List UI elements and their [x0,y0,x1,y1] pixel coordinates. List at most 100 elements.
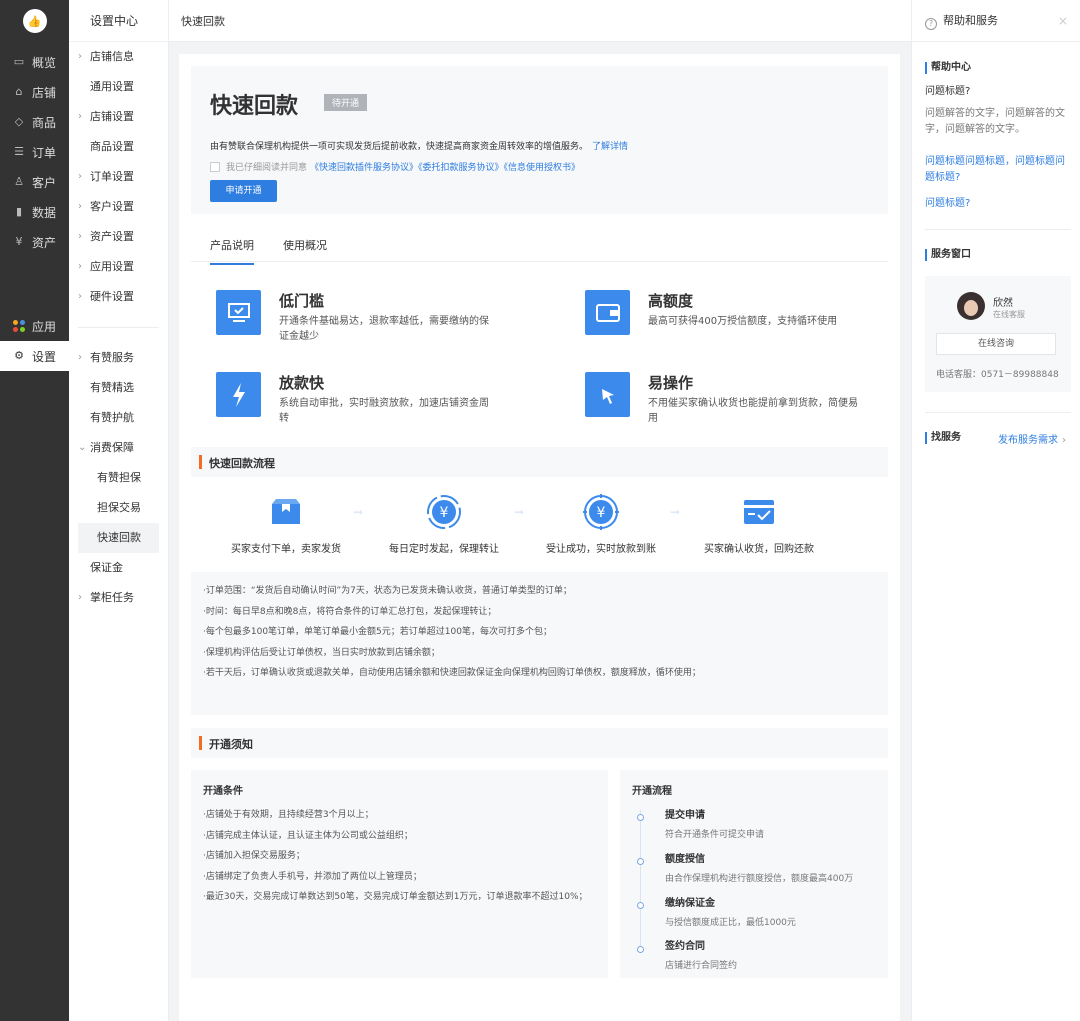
monitor-icon [216,290,261,335]
step-label: 受让成功，实时放款到账 [546,544,656,555]
nav-label: 数据 [32,205,57,220]
nav-item-3[interactable]: ☰ 订单 [0,137,69,167]
settings-nav-item[interactable]: ⌄ 消费保障 [69,433,168,463]
agent-role: 在线客服 [993,310,1025,319]
service-hero: 快速回款 待开通 由有赞联合保理机构提供一项可实现发货后提前收款，快速提高商家资… [191,66,888,214]
settings-nav-item[interactable]: › 客户设置 [69,192,168,222]
apps-dot [13,327,18,332]
status-badge: 待开通 [324,94,368,111]
settings-nav-item[interactable]: 商品设置 [69,132,168,162]
nav-item-0[interactable]: ▭ 概览 [0,47,69,77]
agree-checkbox[interactable] [210,161,220,172]
apps-dot [20,327,25,332]
nav-label: 资产设置 [90,230,134,243]
settings-nav-item[interactable]: › 掌柜任务 [69,583,168,613]
settings-nav-item[interactable]: › 店铺信息 [69,42,168,72]
svg-text:¥: ¥ [440,505,449,521]
main-content: 快速回款 待开通 由有赞联合保理机构提供一项可实现发货后提前收款，快速提高商家资… [179,54,900,1021]
process-step: 提交申请 符合开通条件可提交申请 [665,806,764,840]
flow-rules: ·订单范围：“发货后自动确认时间”为7天，状态为已发货未确认收货，普通订单类型的… [191,572,888,715]
apply-button[interactable]: 申请开通 [210,180,277,202]
store-icon: ⌂ [15,85,23,98]
settings-nav-item[interactable]: › 有赞服务 [69,343,168,373]
faq-question[interactable]: 问题标题? [925,84,1071,100]
feature-title: 易操作 [648,374,694,392]
topbar: 快速回款 [169,0,911,42]
help-panel: ? 帮助和服务 × 帮助中心 问题标题? 问题解答的文字，问题解答的文字，问题解答… [911,0,1080,1021]
settings-nav-item[interactable]: 有赞担保 [69,463,168,493]
agreement-links[interactable]: 《快速回款插件服务协议》《委托扣款服务协议》《信息使用授权书》 [310,160,580,173]
feature-title: 高额度 [648,292,694,310]
lightning-icon [216,372,261,417]
feature-title: 放款快 [279,374,325,392]
settings-nav-item[interactable]: 担保交易 [69,493,168,523]
faq-link[interactable]: 问题标题? [925,196,1071,212]
settings-nav-item[interactable]: › 订单设置 [69,162,168,192]
feature-desc: 开通条件基础易达，退款率越低，需要缴纳的保证金越少 [279,316,489,342]
nav-label: 概览 [32,55,57,70]
chevron-down-icon: ⌄ [78,442,87,453]
condition-line: ·店铺处于有效期，且持续经营3个月以上； [203,810,374,820]
nav-item-apps[interactable]: 应用 [0,311,69,341]
process-step-desc: 与授信额度成正比，最低1000元 [665,918,796,928]
nav-item-6[interactable]: ¥ 资产 [0,227,69,257]
settings-nav-item[interactable]: › 资产设置 [69,222,168,252]
nav-label: 订单设置 [90,170,134,183]
chevron-right-icon: › [78,291,82,302]
shop-logo-icon[interactable]: 👍 [22,9,47,33]
agree-text: 我已仔细阅读并同意 [226,163,308,173]
nav-label: 有赞服务 [90,351,134,364]
nav-item-settings[interactable]: ⚙ 设置 [0,341,69,371]
card-check-icon [741,494,777,530]
chevron-right-icon: › [78,352,82,363]
nav-label: 商品 [32,115,57,130]
primary-sidebar: 👍 ▭ 概览 ⌂ 店铺 ◇ 商品 ☰ 订单 ♙ 客户 ▮ 数据 ¥ 资产 应用 ⚙ 设置 [0,0,69,1021]
nav-label: 资产 [32,235,57,250]
nav-item-2[interactable]: ◇ 商品 [0,107,69,137]
question-circle-icon: ? [925,18,937,30]
chevron-right-icon: › [78,201,82,212]
process-step-desc: 符合开通条件可提交申请 [665,830,765,840]
timeline-line [640,810,641,953]
process-step-desc: 店铺进行合同签约 [665,961,738,971]
tab-product-info[interactable]: 产品说明 [210,237,254,265]
nav-item-4[interactable]: ♙ 客户 [0,167,69,197]
conditions-panel: 开通条件 ·店铺处于有效期，且持续经营3个月以上； ·店铺完成主体认证，且认证主… [191,770,608,978]
yen-target-icon: ¥ [583,494,619,530]
nav-item-1[interactable]: ⌂ 店铺 [0,77,69,107]
box-icon [268,494,304,530]
settings-nav-item[interactable]: 通用设置 [69,72,168,102]
online-consult-button[interactable]: 在线咨询 [936,333,1056,355]
process-step: 缴纳保证金 与授信额度成正比，最低1000元 [665,894,796,928]
rule-line: ·时间：每日早8点和晚8点，将符合条件的订单汇总打包，发起保理转让； [203,606,497,617]
settings-nav-item[interactable]: 有赞精选 [69,373,168,403]
wallet-icon [585,290,630,335]
link-text: 发布服务需求 [998,435,1058,446]
close-icon[interactable]: × [1058,0,1068,42]
process-step-title: 额度授信 [665,854,705,865]
nav-item-5[interactable]: ▮ 数据 [0,197,69,227]
chevron-right-icon: › [78,231,82,242]
settings-nav-item[interactable]: 保证金 [69,553,168,583]
yen-icon: ¥ [15,235,23,248]
nav-label: 有赞担保 [97,471,141,484]
accent-bar [199,455,202,469]
divider [925,229,1071,230]
section-title: 快速回款流程 [209,457,275,470]
timeline-dot [637,946,644,953]
settings-nav-item[interactable]: › 应用设置 [69,252,168,282]
condition-line: ·店铺绑定了负责人手机号，并添加了两位以上管理员； [203,871,422,882]
cursor-click-icon [585,372,630,417]
faq-link[interactable]: 问题标题问题标题，问题标题问题标题? [925,154,1071,186]
feature-fast-loan: 放款快 系统自动审批，实时融资放款，加速店铺资金周转 [216,372,516,432]
settings-nav-item[interactable]: 快速回款 [78,523,159,553]
settings-nav-item[interactable]: › 硬件设置 [69,282,168,312]
post-service-request-link[interactable]: 发布服务需求 › [998,431,1066,446]
feature-desc: 最高可获得400万授信额度，支持循环使用 [648,316,838,327]
feature-easy-operation: 易操作 不用催买家确认收货也能提前拿到货款，简便易用 [585,372,885,432]
settings-nav-item[interactable]: 有赞护航 [69,403,168,433]
settings-nav-item[interactable]: › 店铺设置 [69,102,168,132]
tab-usage-overview[interactable]: 使用概况 [283,237,327,263]
learn-more-link[interactable]: 了解详情 [592,142,628,152]
service-window-title: 服务窗口 [925,249,971,261]
